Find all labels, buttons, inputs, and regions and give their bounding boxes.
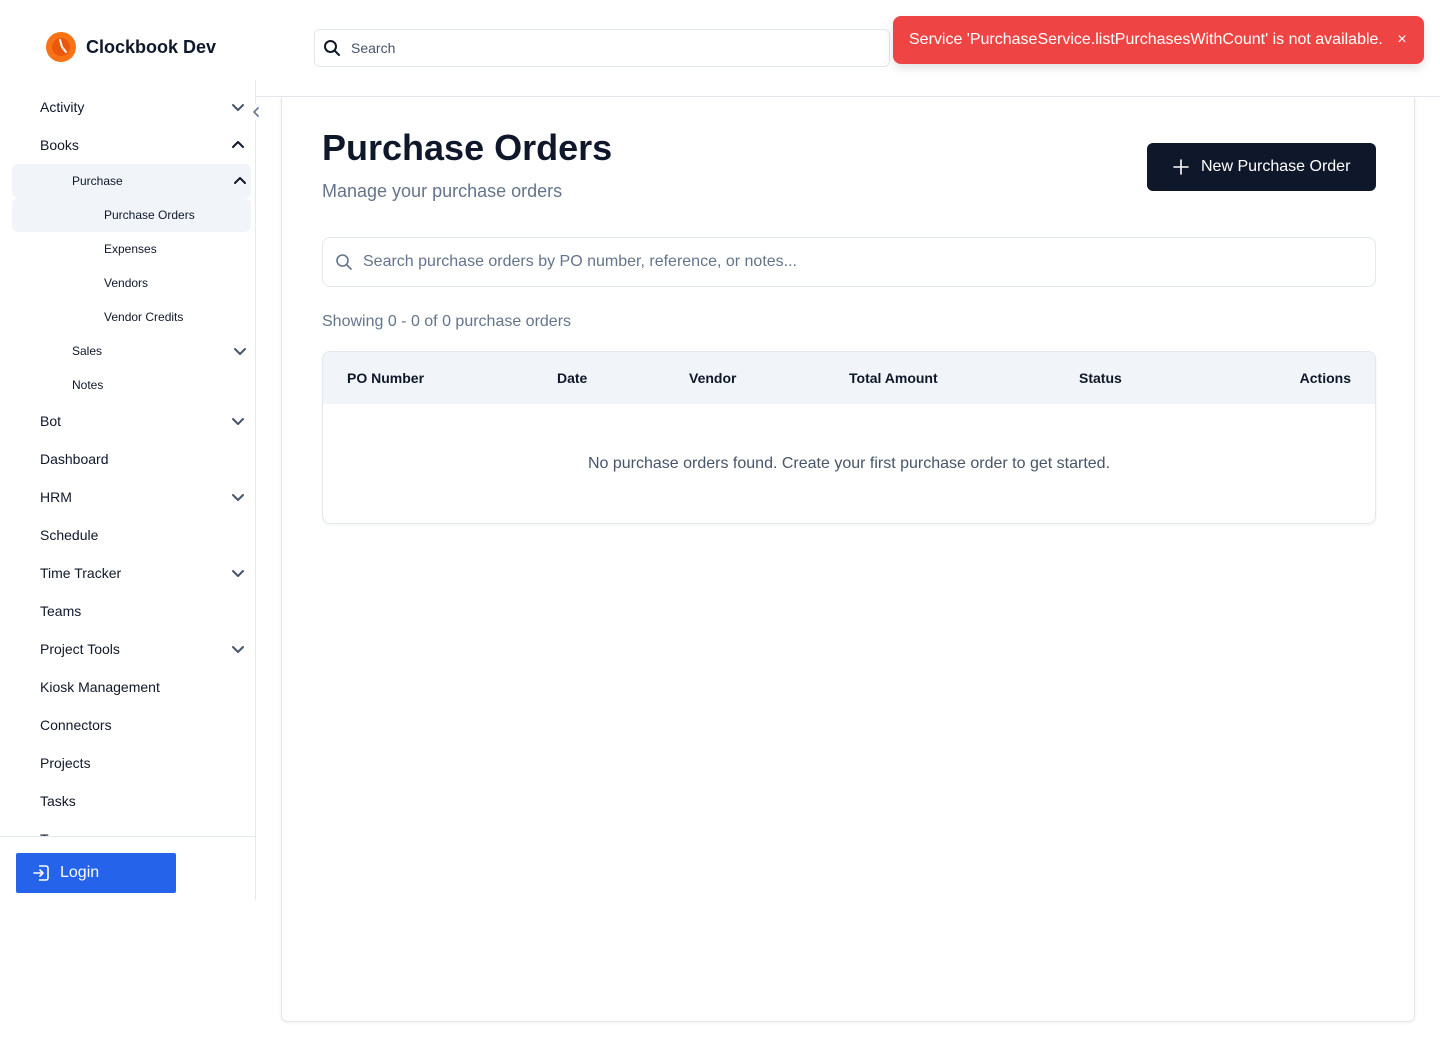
toast-message: Service 'PurchaseService.listPurchasesWi… bbox=[909, 31, 1383, 48]
sidebar-item-schedule[interactable]: Schedule bbox=[0, 516, 255, 554]
chevron-down-icon bbox=[232, 418, 244, 425]
clock-logo-icon bbox=[46, 32, 76, 62]
sidebar-item-teams[interactable]: Teams bbox=[0, 592, 255, 630]
app-root: Clockbook Dev Service 'PurchaseService.l… bbox=[0, 0, 1440, 1046]
sidebar-item-label: Purchase bbox=[72, 174, 123, 188]
chevron-down-icon bbox=[232, 646, 244, 653]
chevron-up-icon bbox=[234, 177, 246, 184]
sidebar-item-expenses[interactable]: Expenses bbox=[12, 232, 251, 266]
sidebar-item-label: Time Tracker bbox=[40, 565, 122, 581]
sidebar-item-activity[interactable]: Activity bbox=[0, 88, 255, 126]
purchase-orders-table: PO Number Date Vendor Total Amount Statu… bbox=[322, 351, 1376, 524]
column-actions: Actions bbox=[1299, 370, 1351, 386]
chevron-down-icon bbox=[232, 570, 244, 577]
toast-close-button[interactable]: × bbox=[1394, 31, 1410, 49]
sidebar-item-projects[interactable]: Projects bbox=[0, 744, 255, 782]
sidebar-item-purchase[interactable]: Purchase bbox=[12, 164, 251, 198]
sidebar-item-sales[interactable]: Sales bbox=[12, 334, 251, 368]
page-title: Purchase Orders bbox=[322, 127, 613, 168]
brand[interactable]: Clockbook Dev bbox=[46, 32, 216, 62]
new-purchase-order-button[interactable]: New Purchase Order bbox=[1147, 143, 1376, 191]
sidebar-item-label: Sales bbox=[72, 344, 103, 358]
search-icon bbox=[336, 254, 352, 270]
sidebar-item-dashboard[interactable]: Dashboard bbox=[0, 440, 255, 478]
sidebar-item-bot[interactable]: Bot bbox=[0, 402, 255, 440]
purchase-order-search[interactable] bbox=[322, 237, 1376, 287]
chevron-down-icon bbox=[234, 348, 246, 355]
empty-state-message: No purchase orders found. Create your fi… bbox=[587, 455, 1111, 472]
sidebar-item-project-tools[interactable]: Project Tools bbox=[0, 630, 255, 668]
sidebar-item-label: Notes bbox=[72, 378, 104, 392]
sidebar-item-label: Dashboard bbox=[40, 451, 109, 467]
sidebar-collapse-button[interactable] bbox=[249, 104, 263, 120]
sidebar-item-label: Books bbox=[40, 137, 79, 153]
login-label: Login bbox=[60, 864, 100, 881]
sidebar-item-label: HRM bbox=[40, 489, 72, 505]
sidebar-item-label: Vendors bbox=[104, 276, 149, 290]
sidebar-item-label: Schedule bbox=[40, 527, 99, 543]
purchase-order-search-input[interactable] bbox=[363, 253, 1343, 271]
app-name: Clockbook Dev bbox=[86, 36, 217, 57]
plus-icon bbox=[1173, 159, 1189, 175]
results-count: Showing 0 - 0 of 0 purchase orders bbox=[322, 313, 572, 330]
sidebar-item-notes[interactable]: Notes bbox=[12, 368, 251, 402]
chevron-up-icon bbox=[232, 141, 244, 148]
sidebar-footer: Login bbox=[0, 836, 255, 900]
sidebar-item-label: Bot bbox=[40, 413, 62, 429]
sidebar-item-label: Kiosk Management bbox=[40, 679, 160, 695]
chevron-left-icon bbox=[253, 107, 259, 117]
sidebar: Activity Books Purchase Purchase Orders … bbox=[0, 80, 256, 900]
sidebar-item-connectors[interactable]: Connectors bbox=[0, 706, 255, 744]
sidebar-item-time-tracker[interactable]: Time Tracker bbox=[0, 554, 255, 592]
sidebar-item-label: Tasks bbox=[40, 793, 76, 809]
column-status[interactable]: Status bbox=[1079, 352, 1122, 404]
global-search[interactable] bbox=[314, 29, 890, 67]
page-subtitle: Manage your purchase orders bbox=[322, 181, 563, 201]
sidebar-item-label: Expenses bbox=[104, 242, 157, 256]
column-po-number[interactable]: PO Number bbox=[347, 352, 424, 404]
error-toast: Service 'PurchaseService.listPurchasesWi… bbox=[893, 16, 1424, 64]
sidebar-item-books[interactable]: Books bbox=[0, 126, 255, 164]
sidebar-item-label: Activity bbox=[40, 99, 85, 115]
main-content: Purchase Orders Manage your purchase ord… bbox=[281, 97, 1415, 1022]
column-date[interactable]: Date bbox=[557, 352, 587, 404]
sidebar-item-partial[interactable]: T bbox=[0, 820, 255, 836]
column-total-amount[interactable]: Total Amount bbox=[849, 352, 938, 404]
sidebar-item-label: Connectors bbox=[40, 717, 112, 733]
sidebar-item-label: Projects bbox=[40, 755, 91, 771]
table-header: PO Number Date Vendor Total Amount Statu… bbox=[323, 352, 1375, 404]
login-button[interactable]: Login bbox=[16, 853, 176, 893]
sidebar-item-tasks[interactable]: Tasks bbox=[0, 782, 255, 820]
chevron-down-icon bbox=[232, 104, 244, 111]
global-search-input[interactable] bbox=[351, 40, 851, 56]
new-purchase-order-label: New Purchase Order bbox=[1201, 158, 1351, 175]
sidebar-item-label: Teams bbox=[40, 603, 82, 619]
search-icon bbox=[324, 40, 340, 56]
login-icon bbox=[33, 865, 49, 881]
sidebar-item-vendor-credits[interactable]: Vendor Credits bbox=[12, 300, 251, 334]
sidebar-item-purchase-orders[interactable]: Purchase Orders bbox=[12, 198, 251, 232]
sidebar-item-hrm[interactable]: HRM bbox=[0, 478, 255, 516]
sidebar-item-vendors[interactable]: Vendors bbox=[12, 266, 251, 300]
sidebar-item-kiosk-management[interactable]: Kiosk Management bbox=[0, 668, 255, 706]
chevron-down-icon bbox=[232, 494, 244, 501]
sidebar-item-label: Purchase Orders bbox=[104, 208, 195, 222]
sidebar-item-label: Project Tools bbox=[40, 641, 120, 657]
sidebar-nav: Activity Books Purchase Purchase Orders … bbox=[0, 88, 255, 836]
sidebar-item-label: Vendor Credits bbox=[104, 310, 184, 324]
column-vendor[interactable]: Vendor bbox=[689, 352, 736, 404]
